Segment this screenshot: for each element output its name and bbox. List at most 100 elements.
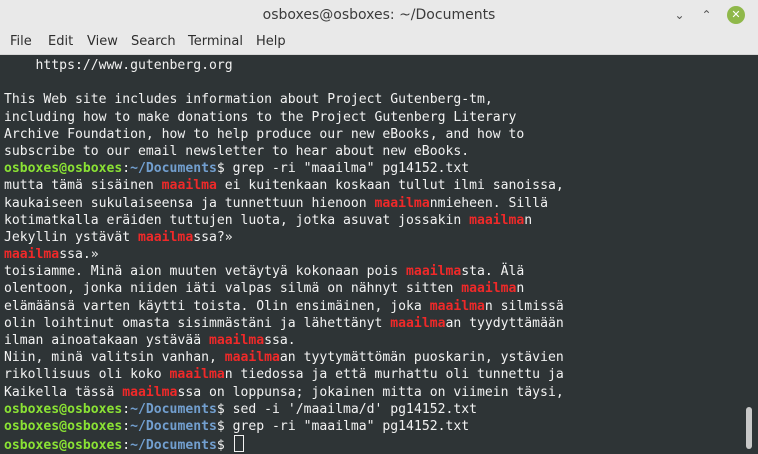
- match-highlight: maailma: [429, 298, 485, 314]
- prompt-path: ~/Documents: [130, 161, 217, 177]
- line-text: ssa.»: [59, 247, 99, 263]
- output-line: elämäänsä varten käytti toista. Olin ens…: [4, 298, 740, 315]
- window-title: osboxes@osboxes: ~/Documents: [262, 7, 496, 23]
- line-text: Niin, minä valitsin vanhan,: [4, 350, 225, 366]
- terminal-window: osboxes@osboxes: ~/Documents ⌄ ⌃ ✕ File …: [0, 0, 758, 454]
- line-text: n tiedossa ja että murhattu oli tunnettu…: [224, 367, 564, 383]
- line-text: kotimatkalla eräiden tuttujen luota, jot…: [4, 212, 470, 228]
- prompt-separator: :: [122, 438, 131, 454]
- scrollbar-thumb[interactable]: [746, 407, 752, 449]
- prompt-line: osboxes@osboxes:~/Documents$: [4, 435, 740, 454]
- close-icon[interactable]: ✕: [727, 6, 745, 24]
- match-highlight: maailma: [208, 333, 265, 348]
- output-line: olin loihtinut omasta sisimmästäni ja lä…: [4, 315, 740, 332]
- line-text: rikollisuus oli koko: [4, 367, 170, 383]
- prompt-user: osboxes@osboxes: [4, 161, 123, 177]
- output-line: including how to make donations to the P…: [4, 109, 740, 126]
- title-bar[interactable]: osboxes@osboxes: ~/Documents ⌄ ⌃ ✕: [0, 0, 758, 32]
- prompt-line: osboxes@osboxes:~/Documents$ grep -ri "m…: [4, 160, 740, 177]
- line-text: sta. Älä: [461, 264, 525, 280]
- prompt-user: osboxes@osboxes: [4, 418, 123, 434]
- output-line: Niin, minä valitsin vanhan, maailmaan ty…: [4, 349, 740, 366]
- line-text: ilman ainoatakaan ystävää: [4, 333, 209, 348]
- line-text: Kaikella tässä: [4, 384, 123, 400]
- output-line: subscribe to our email newsletter to hea…: [4, 143, 740, 160]
- maximize-icon[interactable]: ⌃: [699, 8, 714, 23]
- terminal-lines: https://www.gutenberg.org This Web site i…: [4, 57, 740, 454]
- line-text: grep -ri "maailma" pg14152.txt: [224, 418, 470, 434]
- prompt-path: ~/Documents: [130, 438, 217, 454]
- match-highlight: maailma: [469, 212, 525, 228]
- scrollbar[interactable]: [741, 55, 758, 454]
- prompt-user: osboxes@osboxes: [4, 401, 123, 417]
- line-text: an tyytymättömän puoskarin, ystävien: [279, 350, 564, 366]
- output-line: mutta tämä sisäinen maailma ei kuitenkaa…: [4, 177, 740, 194]
- match-highlight: maailma: [122, 384, 178, 400]
- line-text: elämäänsä varten käytti toista. Olin ens…: [4, 298, 430, 314]
- prompt-line: osboxes@osboxes:~/Documents$ grep -ri "m…: [4, 418, 740, 435]
- prompt-separator: :: [122, 161, 131, 177]
- match-highlight: maailma: [461, 281, 517, 297]
- line-text: n: [524, 212, 533, 228]
- match-highlight: maailma: [374, 195, 430, 211]
- prompt-symbol: $: [216, 438, 225, 454]
- line-text: n silmissä: [484, 298, 564, 314]
- line-text: Archive Foundation, how to help produce …: [4, 126, 525, 142]
- output-line: olentoon, jonka niiden iäti valpas silmä…: [4, 280, 740, 297]
- output-line: kotimatkalla eräiden tuttujen luota, jot…: [4, 212, 740, 229]
- prompt-symbol: $: [216, 161, 225, 177]
- prompt-symbol: $: [216, 418, 225, 434]
- output-line: https://www.gutenberg.org: [4, 57, 740, 74]
- prompt-user: osboxes@osboxes: [4, 438, 123, 454]
- menu-help[interactable]: Help: [256, 34, 286, 49]
- prompt-line: osboxes@osboxes:~/Documents$ sed -i '/ma…: [4, 401, 740, 418]
- line-text: sed -i '/maailma/d' pg14152.txt: [224, 401, 478, 417]
- minimize-icon[interactable]: ⌄: [672, 8, 687, 23]
- output-line: rikollisuus oli koko maailman tiedossa j…: [4, 366, 740, 383]
- match-highlight: maailma: [406, 264, 462, 280]
- output-line: This Web site includes information about…: [4, 91, 740, 108]
- menu-edit[interactable]: Edit: [48, 34, 73, 49]
- menu-terminal[interactable]: Terminal: [188, 34, 243, 49]
- prompt-symbol: $: [216, 401, 225, 417]
- output-line: Archive Foundation, how to help produce …: [4, 126, 740, 143]
- line-text: olentoon, jonka niiden iäti valpas silmä…: [4, 281, 462, 297]
- line-text: This Web site includes information about…: [4, 92, 493, 108]
- prompt-path: ~/Documents: [130, 401, 217, 417]
- match-highlight: maailma: [161, 178, 217, 194]
- output-line: Kaikella tässä maailmassa on loppunsa; j…: [4, 384, 740, 401]
- output-line: kaukaiseen sukulaiseensa ja tunnettuun h…: [4, 195, 740, 212]
- line-text: ei kuitenkaan koskaan tullut ilmi sanois…: [216, 178, 564, 194]
- menu-view[interactable]: View: [87, 34, 118, 49]
- match-highlight: maailma: [390, 315, 446, 331]
- line-text: ssa?»: [193, 229, 233, 245]
- line-text: mutta tämä sisäinen: [4, 178, 162, 194]
- output-line: Jekyllin ystävät maailmassa?»: [4, 229, 740, 246]
- terminal-output[interactable]: https://www.gutenberg.org This Web site i…: [0, 55, 758, 454]
- menu-bar: File Edit View Search Terminal Help: [0, 32, 758, 55]
- text-cursor: [233, 435, 244, 453]
- line-text: an tyydyttämään: [445, 315, 564, 331]
- line-text: nmieheen. Sillä: [429, 195, 548, 211]
- output-line: toisiamme. Minä aion muuten vetäytyä kok…: [4, 263, 740, 280]
- menu-search[interactable]: Search: [131, 34, 176, 49]
- line-text: olin loihtinut omasta sisimmästäni ja lä…: [4, 315, 391, 331]
- match-highlight: maailma: [138, 229, 194, 245]
- match-highlight: maailma: [169, 367, 225, 383]
- line-text: subscribe to our email newsletter to hea…: [4, 143, 470, 159]
- prompt-path: ~/Documents: [130, 418, 217, 434]
- line-text: https://www.gutenberg.org: [4, 58, 233, 73]
- output-line: maailmassa.»: [4, 246, 740, 263]
- menu-file[interactable]: File: [10, 34, 32, 49]
- match-highlight: maailma: [224, 350, 280, 366]
- line-text: n: [516, 281, 525, 297]
- line-text: ssa on loppunsa; jokainen mitta on viime…: [177, 384, 564, 400]
- line-text: grep -ri "maailma" pg14152.txt: [224, 161, 470, 177]
- line-text: kaukaiseen sukulaiseensa ja tunnettuun h…: [4, 195, 375, 211]
- prompt-separator: :: [122, 401, 131, 417]
- line-text: Jekyllin ystävät: [4, 229, 139, 245]
- match-highlight: maailma: [4, 247, 60, 263]
- output-line: ilman ainoatakaan ystävää maailmassa.: [4, 332, 740, 349]
- prompt-separator: :: [122, 418, 131, 434]
